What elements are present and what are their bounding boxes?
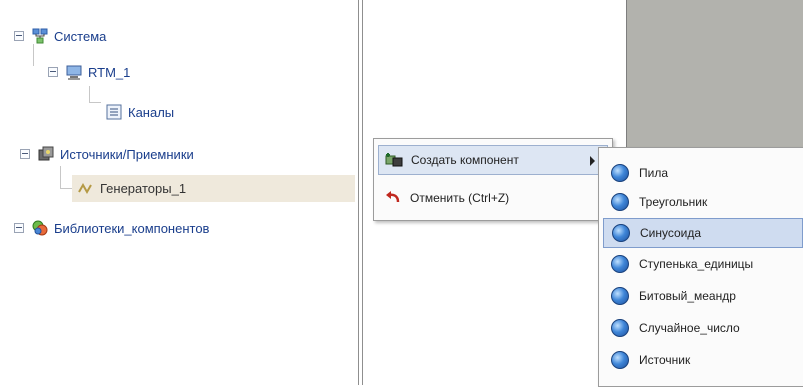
submenu-item-label: Треугольник [639,195,708,209]
submenu-item-bit-meander[interactable]: Битовый_меандр [603,281,803,311]
add-component-icon [383,149,405,171]
tree-item-libraries[interactable]: Библиотеки_компонентов [14,217,209,239]
submenu-item-label: Случайное_число [639,321,740,335]
submenu-item-label: Источник [639,353,691,367]
tree-connector [60,166,61,188]
submenu-item-sine[interactable]: Синусоида [603,218,803,248]
tree-item-label: Библиотеки_компонентов [54,220,210,236]
list-icon [104,102,124,122]
sources-icon [36,144,56,164]
submenu-item-label: Ступенька_единицы [639,257,754,271]
submenu-item-label: Битовый_меандр [639,289,736,303]
project-tree: Система RTM_1 Каналы Источники/Приемники… [0,0,355,385]
component-icon [611,319,629,337]
submenu-item-random[interactable]: Случайное_число [603,313,803,343]
tree-item-label: Каналы [128,104,175,120]
submenu-item-saw[interactable]: Пила [603,158,803,188]
collapse-toggle-icon[interactable] [14,223,24,233]
menu-item-create-component[interactable]: Создать компонент [378,145,608,175]
pane-splitter-right[interactable] [362,0,363,385]
submenu-item-label: Пила [639,166,669,180]
tree-connector [89,102,101,103]
generator-icon [76,178,96,198]
tree-item-label: Источники/Приемники [60,146,194,162]
tree-item-label: RTM_1 [88,64,131,80]
component-icon [611,255,629,273]
component-icon [611,193,629,211]
collapse-toggle-icon[interactable] [48,67,58,77]
tree-item-rtm[interactable]: RTM_1 [48,61,130,83]
pane-splitter-left[interactable] [358,0,359,385]
library-icon [30,218,50,238]
component-icon [611,287,629,305]
menu-item-label: Создать компонент [411,153,519,167]
tree-item-label: Генераторы_1 [100,180,187,196]
tree-item-generators[interactable]: Генераторы_1 [76,177,186,199]
submenu-item-triangle[interactable]: Треугольник [603,187,803,217]
menu-item-label: Отменить (Ctrl+Z) [410,191,510,205]
collapse-toggle-icon[interactable] [14,31,24,41]
tree-item-channels[interactable]: Каналы [104,101,174,123]
menu-item-undo[interactable]: Отменить (Ctrl+Z) [378,183,608,213]
context-menu: Создать компонент Отменить (Ctrl+Z) [373,138,613,221]
tree-item-system[interactable]: Система [14,25,106,47]
tree-connector [89,86,90,102]
tree-connector [33,44,34,66]
component-icon [611,164,629,182]
component-submenu: Пила Треугольник Синусоида Ступенька_еди… [598,147,803,387]
submenu-item-step[interactable]: Ступенька_единицы [603,249,803,279]
computer-icon [64,62,84,82]
tree-item-label: Система [54,28,107,44]
component-icon [612,224,630,242]
collapse-toggle-icon[interactable] [20,149,30,159]
component-icon [611,351,629,369]
tree-item-sources[interactable]: Источники/Приемники [20,143,194,165]
submenu-arrow-icon [590,156,595,166]
network-icon [30,26,50,46]
undo-icon [382,187,404,209]
submenu-item-label: Синусоида [640,226,702,240]
submenu-item-source[interactable]: Источник [603,345,803,375]
